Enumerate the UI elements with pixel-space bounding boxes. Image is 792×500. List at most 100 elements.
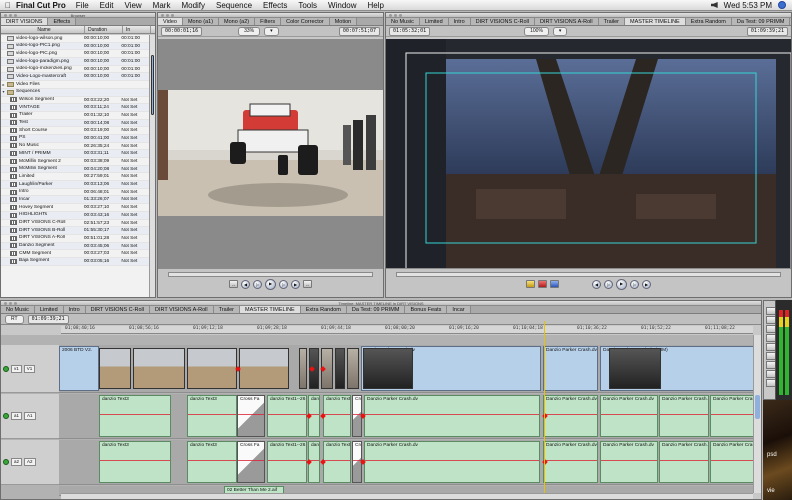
canvas-zoom-popup[interactable]: 100%: [524, 26, 549, 36]
menu-effects[interactable]: Effects: [263, 1, 287, 10]
viewer-scrubber[interactable]: [168, 272, 373, 277]
audio-level-line[interactable]: [711, 460, 757, 461]
timeline-tab-5[interactable]: Trailer: [213, 306, 241, 313]
browser-row[interactable]: Test 00:00:14;08 Not Set: [1, 119, 149, 128]
audio-clip[interactable]: Danzio Parker Crash.dv: [600, 441, 658, 483]
clip-thumbnail[interactable]: [363, 348, 413, 389]
timeline-tab-7[interactable]: Extra Random: [300, 306, 347, 313]
desktop-icon-label[interactable]: psd: [767, 452, 777, 458]
browser-row[interactable]: Short Course 00:03:19;00 Not Set: [1, 127, 149, 135]
disclosure-triangle-icon[interactable]: ▾: [1, 89, 6, 96]
browser-row[interactable]: Baja Segment 00:03:05;16 Not Set: [1, 257, 149, 266]
menu-file[interactable]: File: [76, 1, 89, 10]
audio-level-line[interactable]: [268, 414, 306, 415]
menu-edit[interactable]: Edit: [100, 1, 114, 10]
close-icon[interactable]: [4, 14, 7, 17]
browser-row[interactable]: video-logo-paradigm.png 00:00:10;00 00:01:…: [1, 58, 149, 66]
tab-motion[interactable]: Motion: [329, 18, 358, 25]
browser-row[interactable]: Video-Logo-mastercraft 00:00:10;00 00:01:0…: [1, 73, 149, 82]
canvas-play-in-out-icon[interactable]: ▷: [604, 280, 613, 289]
browser-row[interactable]: ▸ Video Files: [1, 81, 149, 89]
audio-clip[interactable]: Danzio Parker Crash.dv: [659, 395, 709, 437]
browser-row[interactable]: DIRT VISIONS A-Roll 00:51:01;28 Not Set: [1, 235, 149, 243]
tab-mono-a2[interactable]: Mono (a2): [219, 18, 256, 25]
browser-row[interactable]: VINTAGE 00:03:11;24 Not Set: [1, 104, 149, 112]
tab-mono-a1[interactable]: Mono (a1): [182, 18, 220, 25]
canvas-tab-7[interactable]: Extra Random: [685, 18, 732, 25]
browser-row[interactable]: Trailer 00:01:32;10 Not Set: [1, 112, 149, 120]
playhead[interactable]: [544, 321, 545, 499]
clip-thumbnail[interactable]: [239, 348, 289, 389]
menu-window[interactable]: Window: [328, 1, 356, 10]
browser-row[interactable]: Wilson Segment 00:03:22;20 Not Set: [1, 97, 149, 105]
desktop-icon-label[interactable]: vie: [767, 488, 775, 494]
timeline-tab-2[interactable]: Intro: [63, 306, 86, 313]
audio-level-line[interactable]: [711, 414, 757, 415]
video-clip[interactable]: 2006 BTD V2.: [59, 346, 99, 391]
canvas-current-timecode[interactable]: 01:09:39;21: [746, 26, 788, 36]
browser-row[interactable]: Danzio Segment 00:03:45;06 Not Set: [1, 242, 149, 251]
audio-clip[interactable]: Danzio Parker Crash.dv: [364, 395, 540, 437]
timeline-ruler[interactable]: 01;08;40;16 01;08;56;16 01;09;12;18 01;09;2…: [61, 326, 753, 334]
browser-row[interactable]: CMM Segment 00:03:27;03 Not Set: [1, 250, 149, 258]
app-menu[interactable]: Final Cut Pro: [16, 1, 66, 10]
jog-icon[interactable]: ↔: [303, 280, 312, 288]
clip-thumbnail[interactable]: [609, 348, 661, 389]
viewer-current-timecode[interactable]: 00:07:51;07: [338, 26, 380, 36]
audio-clip[interactable]: Danzio Parker Crash.dv: [364, 441, 540, 483]
browser-row[interactable]: video-logo-mckenzies.png 00:00:10;00 00:01…: [1, 66, 149, 74]
canvas-tab-6[interactable]: MASTER TIMELINE: [625, 18, 686, 25]
menu-tools[interactable]: Tools: [298, 1, 317, 10]
browser-row[interactable]: DIRT VISIONS B-Roll 01:55:30;17 Not Set: [1, 227, 149, 235]
audio-level-line[interactable]: [544, 414, 597, 415]
play-in-out-icon[interactable]: ▷: [253, 280, 262, 289]
browser-row[interactable]: No Music 00:26:35;24 Not Set: [1, 143, 149, 151]
menu-sequence[interactable]: Sequence: [216, 1, 252, 10]
column-name[interactable]: Name: [1, 26, 85, 33]
browser-row[interactable]: HIGHLIGHTs 00:03:43;16 Not Set: [1, 211, 149, 220]
audio-level-line[interactable]: [601, 460, 657, 461]
audio-level-line[interactable]: [268, 460, 306, 461]
timeline-tab-8[interactable]: Da Test: 09 PRIMM: [346, 306, 406, 313]
timeline-tab-6[interactable]: MASTER TIMELINE: [240, 306, 301, 313]
menu-modify[interactable]: Modify: [181, 1, 205, 10]
browser-row[interactable]: Hovey Segment 00:03:27;10 Not Set: [1, 204, 149, 212]
dest-track-v1[interactable]: V1: [23, 364, 36, 373]
audio-level-line[interactable]: [324, 460, 350, 461]
audio-level-line[interactable]: [238, 414, 264, 415]
audio-clip[interactable]: danzio Text1: [323, 395, 351, 437]
audio-clip[interactable]: danzio Text3: [99, 441, 171, 483]
track-audible-icon[interactable]: [3, 459, 9, 465]
play-icon[interactable]: ▶: [265, 279, 276, 290]
audio-transition[interactable]: Cross Fa: [237, 441, 265, 483]
disclosure-triangle-icon[interactable]: ▸: [1, 81, 6, 88]
shuttle-icon[interactable]: ↔: [229, 280, 238, 288]
browser-row[interactable]: Laughlin/Parker 00:03:13;06 Not Set: [1, 181, 149, 189]
canvas-play-around-icon[interactable]: ▷: [630, 280, 639, 289]
menu-view[interactable]: View: [124, 1, 141, 10]
canvas-tab-4[interactable]: DIRT VISIONS A-Roll: [534, 18, 599, 25]
audio-level-line[interactable]: [660, 460, 708, 461]
audio-transition[interactable]: Cross Fa: [237, 395, 265, 437]
track-visibility-icon[interactable]: [3, 365, 9, 372]
clip-thumbnail[interactable]: [133, 348, 185, 389]
canvas-prev-edit-icon[interactable]: ◀: [592, 280, 601, 289]
timeline-titlebar[interactable]: Timeline: MASTER TIMELINE in DIRT VISION…: [1, 301, 761, 306]
canvas-tab-1[interactable]: Limited: [419, 18, 449, 25]
browser-row[interactable]: video-logo-wilson.png 00:00:10;00 00:01:00: [1, 35, 149, 43]
rt-popup[interactable]: RT: [5, 314, 24, 324]
timeline-tab-0[interactable]: No Music: [1, 306, 35, 313]
timeline-tab-10[interactable]: Incar: [447, 306, 471, 313]
canvas-next-edit-icon[interactable]: ▶: [642, 280, 651, 289]
browser-row[interactable]: Intro 00:06:48;01 Not Set: [1, 189, 149, 197]
viewer-titlebar[interactable]: [158, 13, 383, 18]
tab-dirt-visions[interactable]: DIRT VISIONS: [1, 18, 49, 25]
menu-help[interactable]: Help: [368, 1, 384, 10]
viewer-view-popup[interactable]: ▾: [264, 26, 279, 36]
play-around-icon[interactable]: ▷: [279, 280, 288, 289]
browser-row[interactable]: video-logo-PIC1.png 00:00:10;00 00:01:00: [1, 42, 149, 51]
clip-thumbnail[interactable]: [347, 348, 359, 389]
canvas-duration-timecode[interactable]: 01:05:32;01: [389, 26, 431, 36]
audio-level-line[interactable]: [365, 414, 539, 415]
spotlight-icon[interactable]: [778, 1, 786, 9]
